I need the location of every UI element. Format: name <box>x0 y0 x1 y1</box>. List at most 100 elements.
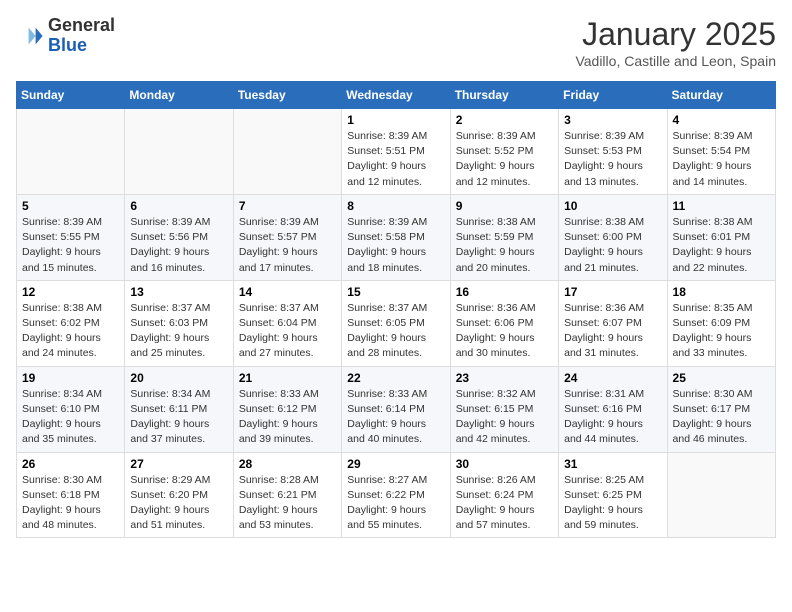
calendar-day-cell: 28 Sunrise: 8:28 AM Sunset: 6:21 PM Dayli… <box>233 452 341 538</box>
day-number: 3 <box>564 113 661 127</box>
day-number: 1 <box>347 113 444 127</box>
calendar-week-row: 19 Sunrise: 8:34 AM Sunset: 6:10 PM Dayli… <box>17 366 776 452</box>
calendar-day-cell: 31 Sunrise: 8:25 AM Sunset: 6:25 PM Dayli… <box>559 452 667 538</box>
day-info: Sunrise: 8:39 AM Sunset: 5:54 PM Dayligh… <box>673 129 770 190</box>
day-info: Sunrise: 8:37 AM Sunset: 6:04 PM Dayligh… <box>239 301 336 362</box>
calendar-day-cell <box>233 109 341 195</box>
calendar-day-cell: 3Sunrise: 8:39 AM Sunset: 5:53 PM Daylig… <box>559 109 667 195</box>
day-number: 30 <box>456 457 553 471</box>
weekday-header-cell: Friday <box>559 82 667 109</box>
calendar-day-cell: 26 Sunrise: 8:30 AM Sunset: 6:18 PM Dayli… <box>17 452 125 538</box>
calendar-day-cell: 7 Sunrise: 8:39 AM Sunset: 5:57 PM Daylig… <box>233 194 341 280</box>
day-number: 6 <box>130 199 227 213</box>
logo-general-text: General <box>48 16 115 36</box>
calendar-day-cell: 13Sunrise: 8:37 AM Sunset: 6:03 PM Dayli… <box>125 280 233 366</box>
calendar-day-cell <box>17 109 125 195</box>
day-info: Sunrise: 8:32 AM Sunset: 6:15 PM Dayligh… <box>456 387 553 448</box>
weekday-header-cell: Tuesday <box>233 82 341 109</box>
calendar-day-cell <box>125 109 233 195</box>
day-info: Sunrise: 8:39 AM Sunset: 5:51 PM Dayligh… <box>347 129 444 190</box>
day-info: Sunrise: 8:39 AM Sunset: 5:56 PM Dayligh… <box>130 215 227 276</box>
day-number: 28 <box>239 457 336 471</box>
day-number: 17 <box>564 285 661 299</box>
calendar-day-cell: 21Sunrise: 8:33 AM Sunset: 6:12 PM Dayli… <box>233 366 341 452</box>
day-number: 27 <box>130 457 227 471</box>
day-number: 13 <box>130 285 227 299</box>
logo: General Blue <box>16 16 115 56</box>
day-number: 12 <box>22 285 119 299</box>
calendar-table: SundayMondayTuesdayWednesdayThursdayFrid… <box>16 81 776 538</box>
day-number: 18 <box>673 285 770 299</box>
calendar-day-cell: 6 Sunrise: 8:39 AM Sunset: 5:56 PM Daylig… <box>125 194 233 280</box>
calendar-day-cell: 30 Sunrise: 8:26 AM Sunset: 6:24 PM Dayli… <box>450 452 558 538</box>
weekday-header-cell: Monday <box>125 82 233 109</box>
day-number: 4 <box>673 113 770 127</box>
calendar-day-cell: 22Sunrise: 8:33 AM Sunset: 6:14 PM Dayli… <box>342 366 450 452</box>
calendar-day-cell: 10Sunrise: 8:38 AM Sunset: 6:00 PM Dayli… <box>559 194 667 280</box>
calendar-day-cell: 15 Sunrise: 8:37 AM Sunset: 6:05 PM Dayli… <box>342 280 450 366</box>
day-info: Sunrise: 8:33 AM Sunset: 6:14 PM Dayligh… <box>347 387 444 448</box>
calendar-day-cell: 29 Sunrise: 8:27 AM Sunset: 6:22 PM Dayli… <box>342 452 450 538</box>
day-number: 11 <box>673 199 770 213</box>
day-info: Sunrise: 8:35 AM Sunset: 6:09 PM Dayligh… <box>673 301 770 362</box>
day-number: 19 <box>22 371 119 385</box>
calendar-week-row: 5Sunrise: 8:39 AM Sunset: 5:55 PM Daylig… <box>17 194 776 280</box>
weekday-header-cell: Wednesday <box>342 82 450 109</box>
day-number: 7 <box>239 199 336 213</box>
title-block: January 2025 Vadillo, Castille and Leon,… <box>575 16 776 69</box>
day-info: Sunrise: 8:31 AM Sunset: 6:16 PM Dayligh… <box>564 387 661 448</box>
day-info: Sunrise: 8:29 AM Sunset: 6:20 PM Dayligh… <box>130 473 227 534</box>
day-number: 2 <box>456 113 553 127</box>
calendar-week-row: 1 Sunrise: 8:39 AM Sunset: 5:51 PM Daylig… <box>17 109 776 195</box>
calendar-day-cell: 4 Sunrise: 8:39 AM Sunset: 5:54 PM Daylig… <box>667 109 775 195</box>
day-info: Sunrise: 8:34 AM Sunset: 6:10 PM Dayligh… <box>22 387 119 448</box>
calendar-day-cell: 16Sunrise: 8:36 AM Sunset: 6:06 PM Dayli… <box>450 280 558 366</box>
day-info: Sunrise: 8:36 AM Sunset: 6:07 PM Dayligh… <box>564 301 661 362</box>
day-info: Sunrise: 8:33 AM Sunset: 6:12 PM Dayligh… <box>239 387 336 448</box>
calendar-day-cell: 17 Sunrise: 8:36 AM Sunset: 6:07 PM Dayli… <box>559 280 667 366</box>
day-number: 29 <box>347 457 444 471</box>
calendar-body: 1 Sunrise: 8:39 AM Sunset: 5:51 PM Daylig… <box>17 109 776 538</box>
calendar-day-cell: 1 Sunrise: 8:39 AM Sunset: 5:51 PM Daylig… <box>342 109 450 195</box>
calendar-week-row: 26 Sunrise: 8:30 AM Sunset: 6:18 PM Dayli… <box>17 452 776 538</box>
day-info: Sunrise: 8:38 AM Sunset: 6:02 PM Dayligh… <box>22 301 119 362</box>
weekday-header-row: SundayMondayTuesdayWednesdayThursdayFrid… <box>17 82 776 109</box>
day-info: Sunrise: 8:27 AM Sunset: 6:22 PM Dayligh… <box>347 473 444 534</box>
calendar-day-cell: 12 Sunrise: 8:38 AM Sunset: 6:02 PM Dayli… <box>17 280 125 366</box>
day-info: Sunrise: 8:34 AM Sunset: 6:11 PM Dayligh… <box>130 387 227 448</box>
calendar-day-cell: 20 Sunrise: 8:34 AM Sunset: 6:11 PM Dayli… <box>125 366 233 452</box>
calendar-day-cell <box>667 452 775 538</box>
day-info: Sunrise: 8:37 AM Sunset: 6:05 PM Dayligh… <box>347 301 444 362</box>
calendar-day-cell: 19 Sunrise: 8:34 AM Sunset: 6:10 PM Dayli… <box>17 366 125 452</box>
page-header: General Blue January 2025 Vadillo, Casti… <box>16 16 776 69</box>
day-number: 26 <box>22 457 119 471</box>
logo-icon <box>16 22 44 50</box>
day-info: Sunrise: 8:25 AM Sunset: 6:25 PM Dayligh… <box>564 473 661 534</box>
day-number: 5 <box>22 199 119 213</box>
logo-blue-text: Blue <box>48 36 115 56</box>
day-info: Sunrise: 8:38 AM Sunset: 6:00 PM Dayligh… <box>564 215 661 276</box>
calendar-day-cell: 2 Sunrise: 8:39 AM Sunset: 5:52 PM Daylig… <box>450 109 558 195</box>
day-number: 25 <box>673 371 770 385</box>
day-info: Sunrise: 8:30 AM Sunset: 6:18 PM Dayligh… <box>22 473 119 534</box>
day-number: 8 <box>347 199 444 213</box>
calendar-subtitle: Vadillo, Castille and Leon, Spain <box>575 53 776 69</box>
day-number: 20 <box>130 371 227 385</box>
day-number: 31 <box>564 457 661 471</box>
weekday-header-cell: Thursday <box>450 82 558 109</box>
day-number: 14 <box>239 285 336 299</box>
day-info: Sunrise: 8:38 AM Sunset: 5:59 PM Dayligh… <box>456 215 553 276</box>
day-info: Sunrise: 8:39 AM Sunset: 5:58 PM Dayligh… <box>347 215 444 276</box>
calendar-day-cell: 8 Sunrise: 8:39 AM Sunset: 5:58 PM Daylig… <box>342 194 450 280</box>
day-info: Sunrise: 8:28 AM Sunset: 6:21 PM Dayligh… <box>239 473 336 534</box>
calendar-day-cell: 18 Sunrise: 8:35 AM Sunset: 6:09 PM Dayli… <box>667 280 775 366</box>
calendar-day-cell: 11Sunrise: 8:38 AM Sunset: 6:01 PM Dayli… <box>667 194 775 280</box>
day-number: 24 <box>564 371 661 385</box>
day-info: Sunrise: 8:39 AM Sunset: 5:57 PM Dayligh… <box>239 215 336 276</box>
calendar-day-cell: 23Sunrise: 8:32 AM Sunset: 6:15 PM Dayli… <box>450 366 558 452</box>
weekday-header-cell: Saturday <box>667 82 775 109</box>
day-number: 16 <box>456 285 553 299</box>
day-number: 15 <box>347 285 444 299</box>
day-info: Sunrise: 8:26 AM Sunset: 6:24 PM Dayligh… <box>456 473 553 534</box>
day-info: Sunrise: 8:39 AM Sunset: 5:52 PM Dayligh… <box>456 129 553 190</box>
